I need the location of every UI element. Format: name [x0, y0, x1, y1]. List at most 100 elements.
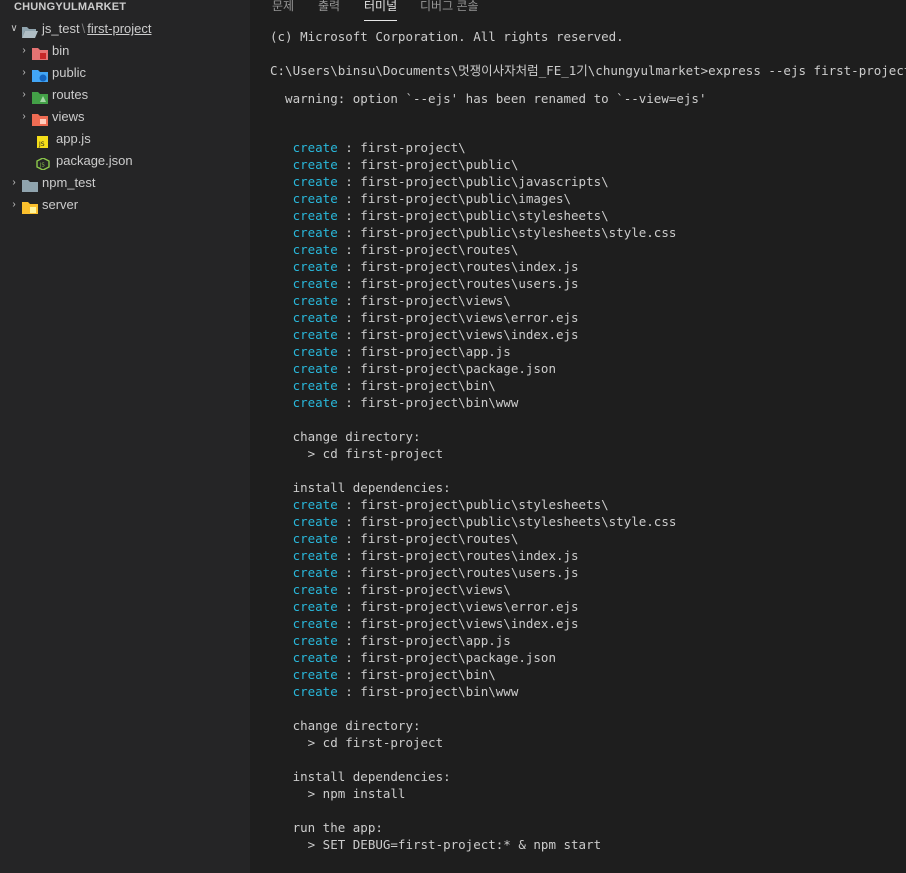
chevron-right-icon: ›	[22, 45, 26, 56]
explorer-section-title[interactable]: CHUNGYULMARKET	[0, 0, 250, 14]
command-prompt-line: C:\Users\binsu\Documents\멋쟁이사자처럼_FE_1기\c…	[270, 63, 906, 78]
run-app-command: > SET DEBUG=first-project:* & npm start	[270, 837, 602, 852]
create-keyword: create	[292, 497, 338, 512]
terminal-create-line: create : first-project\routes\users.js	[270, 275, 579, 292]
create-keyword: create	[292, 310, 338, 325]
terminal-create-line: create : first-project\	[270, 139, 466, 156]
terminal-create-line: create : first-project\app.js	[270, 343, 511, 360]
folder-bin-icon	[32, 45, 48, 60]
terminal-create-line: create : first-project\app.js	[270, 632, 511, 649]
tree-item-label: package.json	[56, 153, 133, 168]
explorer-sidebar: CHUNGYULMARKET ∨ js_test \ first-project…	[0, 0, 250, 873]
create-keyword: create	[292, 633, 338, 648]
terminal-create-line: create : first-project\routes\index.js	[270, 547, 579, 564]
chevron-right-icon: ›	[12, 199, 16, 210]
create-keyword: create	[292, 242, 338, 257]
create-keyword: create	[292, 531, 338, 546]
created-path: : first-project\routes\index.js	[337, 548, 579, 563]
create-keyword: create	[292, 548, 338, 563]
svg-text:JS: JS	[39, 163, 45, 169]
panel-tab-bar: 문제 출력 터미널 디버그 콘솔	[250, 0, 906, 22]
create-keyword: create	[292, 378, 338, 393]
terminal-create-line: create : first-project\routes\index.js	[270, 258, 579, 275]
created-path: : first-project\package.json	[337, 650, 556, 665]
created-path: : first-project\public\stylesheets\	[337, 497, 609, 512]
js-file-icon: JS	[36, 133, 50, 148]
tree-item-label: js_test	[42, 21, 80, 36]
create-keyword: create	[292, 650, 338, 665]
terminal-create-line: create : first-project\package.json	[270, 649, 556, 666]
terminal-create-line: create : first-project\views\	[270, 581, 511, 598]
created-path: : first-project\views\	[337, 582, 511, 597]
chevron-right-icon: ›	[22, 111, 26, 122]
terminal-create-line: create : first-project\public\stylesheet…	[270, 496, 609, 513]
created-path: : first-project\bin\	[337, 667, 496, 682]
create-keyword: create	[292, 684, 338, 699]
created-path: : first-project\routes\	[337, 531, 519, 546]
created-path: : first-project\app.js	[337, 633, 511, 648]
created-path: : first-project\public\images\	[337, 191, 572, 206]
terminal-create-line: create : first-project\public\stylesheet…	[270, 513, 677, 530]
tab-debug-console[interactable]: 디버그 콘솔	[420, 0, 479, 20]
warning-line: warning: option `--ejs' has been renamed…	[270, 91, 707, 106]
tree-item-public[interactable]: › public	[0, 62, 250, 84]
tree-item-routes[interactable]: › routes	[0, 84, 250, 106]
tab-output[interactable]: 출력	[318, 0, 340, 20]
create-keyword: create	[292, 225, 338, 240]
terminal-create-line: create : first-project\public\javascript…	[270, 173, 609, 190]
terminal-create-line: create : first-project\package.json	[270, 360, 556, 377]
tree-item-label-compact: first-project	[87, 21, 152, 36]
tree-item-app-js[interactable]: JS app.js	[0, 128, 250, 150]
copyright-line: (c) Microsoft Corporation. All rights re…	[270, 29, 624, 44]
create-keyword: create	[292, 514, 338, 529]
change-directory-label: change directory:	[270, 718, 421, 733]
folder-public-icon	[32, 67, 48, 82]
tree-item-package-json[interactable]: JS package.json	[0, 150, 250, 172]
created-path: : first-project\public\javascripts\	[337, 174, 609, 189]
created-path: : first-project\views\	[337, 293, 511, 308]
tab-terminal[interactable]: 터미널	[364, 0, 398, 21]
terminal-create-line: create : first-project\bin\	[270, 377, 496, 394]
tree-item-server[interactable]: › server	[0, 194, 250, 216]
terminal-panel: 문제 출력 터미널 디버그 콘솔 (c) Microsoft Corporati…	[250, 0, 906, 873]
created-path: : first-project\bin\	[337, 378, 496, 393]
tree-item-views[interactable]: › views	[0, 106, 250, 128]
change-directory-command: > cd first-project	[270, 446, 444, 461]
create-keyword: create	[292, 157, 338, 172]
terminal-create-line: create : first-project\public\stylesheet…	[270, 224, 677, 241]
created-path: : first-project\routes\users.js	[337, 565, 579, 580]
install-command: > npm install	[270, 786, 406, 801]
tree-item-npm-test[interactable]: › npm_test	[0, 172, 250, 194]
terminal-create-line: create : first-project\views\error.ejs	[270, 598, 579, 615]
tree-item-label: npm_test	[42, 175, 96, 190]
tree-item-label: app.js	[56, 131, 91, 146]
created-path: : first-project\bin\www	[337, 684, 519, 699]
created-path: : first-project\views\error.ejs	[337, 310, 579, 325]
tree-item-js-test[interactable]: ∨ js_test \ first-project	[0, 18, 250, 40]
path-separator: \	[81, 21, 86, 36]
tree-item-label: server	[42, 197, 79, 212]
created-path: : first-project\public\stylesheets\	[337, 208, 609, 223]
created-path: : first-project\package.json	[337, 361, 556, 376]
change-directory-label: change directory:	[270, 429, 421, 444]
nodejs-file-icon: JS	[36, 155, 50, 171]
create-keyword: create	[292, 616, 338, 631]
created-path: : first-project\	[337, 140, 466, 155]
created-path: : first-project\views\index.ejs	[337, 616, 579, 631]
tree-item-bin[interactable]: › bin	[0, 40, 250, 62]
terminal-create-line: create : first-project\views\index.ejs	[270, 326, 579, 343]
created-path: : first-project\public\stylesheets\style…	[337, 225, 677, 240]
create-keyword: create	[292, 140, 338, 155]
created-path: : first-project\public\	[337, 157, 519, 172]
terminal-create-line: create : first-project\views\	[270, 292, 511, 309]
create-keyword: create	[292, 667, 338, 682]
chevron-right-icon: ›	[22, 67, 26, 78]
create-keyword: create	[292, 361, 338, 376]
create-keyword: create	[292, 565, 338, 580]
tab-problems[interactable]: 문제	[272, 0, 294, 20]
create-keyword: create	[292, 344, 338, 359]
terminal-create-line: create : first-project\routes\users.js	[270, 564, 579, 581]
created-path: : first-project\public\stylesheets\style…	[337, 514, 677, 529]
created-path: : first-project\views\index.ejs	[337, 327, 579, 342]
terminal-create-line: create : first-project\views\index.ejs	[270, 615, 579, 632]
